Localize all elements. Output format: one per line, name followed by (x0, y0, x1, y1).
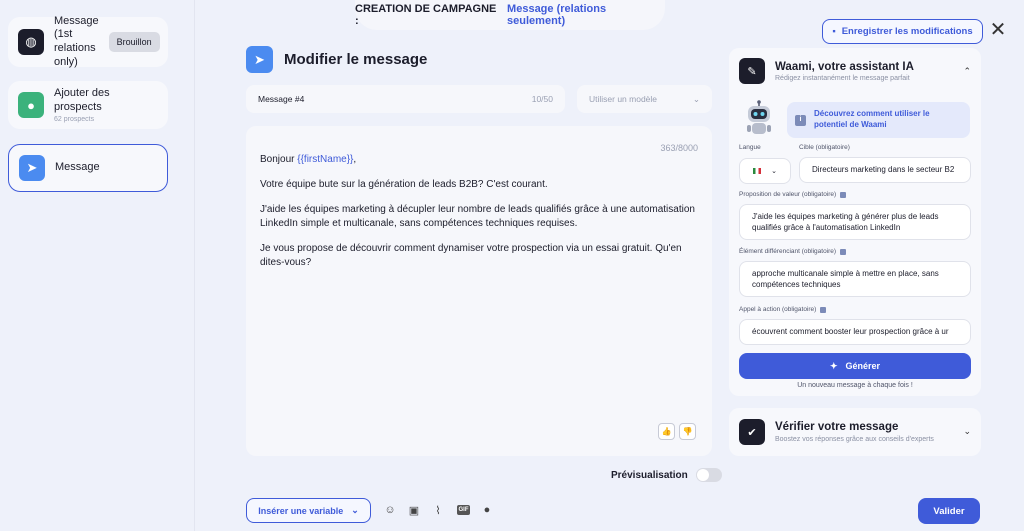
step-title: Message (55, 161, 100, 174)
sparkle-icon: ✦ (829, 360, 838, 371)
draft-badge: Brouillon (108, 32, 160, 52)
send-icon: ➤ (19, 155, 45, 181)
emoji-icon[interactable]: ☺ (383, 503, 397, 517)
save-button-label: Enregistrer les modifications (841, 26, 973, 37)
sidebar: ◍ Message (1st relations only) Brouillon… (0, 0, 195, 531)
language-label: Langue (739, 144, 761, 151)
feedback-buttons: 👍 👎 (658, 423, 696, 440)
save-button[interactable]: ▪ Enregistrer les modifications (822, 19, 983, 44)
page-title: Modifier le message (284, 51, 428, 68)
sidebar-step-message[interactable]: ➤ Message (8, 144, 168, 192)
gif-icon[interactable]: GIF (457, 505, 470, 515)
attachment-icon[interactable]: ⌇ (431, 503, 445, 517)
assistant-title: Waami, votre assistant IA (775, 60, 914, 73)
campaign-banner: CREATION DE CAMPAGNE : Message (relation… (355, 0, 665, 30)
chevron-down-icon[interactable]: ⌄ (963, 426, 971, 437)
assistant-header: ✎ Waami, votre assistant IA Rédigez inst… (739, 58, 914, 84)
firstname-variable: {{firstName}} (297, 154, 354, 165)
generate-label: Générer (845, 361, 881, 371)
robot-mascot-icon (747, 100, 771, 134)
info-icon (840, 191, 847, 198)
ai-edit-icon: ✎ (739, 58, 765, 84)
differentiator-field[interactable]: approche multicanale simple à mettre en … (739, 261, 971, 297)
chevron-down-icon: ⌄ (351, 505, 359, 515)
planet-icon: ◍ (18, 29, 44, 55)
save-icon: ▪ (832, 26, 836, 37)
preview-label: Prévisualisation (611, 469, 688, 481)
verify-icon: ✔ (739, 419, 765, 445)
value-prop-label-text: Proposition de valeur (obligatoire) (739, 191, 837, 198)
message-name-value: Message #4 (258, 94, 305, 104)
insert-variable-label: Insérer une variable (258, 505, 344, 516)
cta-field[interactable]: écouvrent comment booster leur prospecti… (739, 319, 971, 345)
prospect-count: 62 prospects (54, 116, 95, 124)
chevron-down-icon: ⌄ (692, 93, 700, 104)
chevron-down-icon: ⌄ (771, 168, 777, 175)
greeting-end: , (353, 154, 357, 165)
assistant-subtitle: Rédigez instantanément le message parfai… (775, 74, 910, 82)
ai-assistant-panel: ✎ Waami, votre assistant IA Rédigez inst… (729, 48, 981, 396)
thumbs-down-icon[interactable]: 👎 (679, 423, 696, 440)
campaign-type: Message (relations seulement) (507, 3, 607, 27)
preview-toggle-row: Prévisualisation (611, 468, 722, 482)
step-title: Ajouter des prospects (54, 86, 110, 113)
chevron-up-icon[interactable]: ⌃ (963, 66, 971, 77)
message-greeting: Bonjour {{firstName}}, (260, 153, 698, 167)
campaign-label: CREATION DE CAMPAGNE : (355, 3, 497, 27)
verify-message-panel[interactable]: ✔ Vérifier votre message Boostez vos rép… (729, 408, 981, 456)
generate-button[interactable]: ✦ Générer (739, 353, 971, 379)
message-name-input[interactable]: Message #4 10/50 (246, 85, 565, 113)
sidebar-step-add-prospects[interactable]: ● Ajouter des prospects 62 prospects (8, 81, 168, 129)
generate-note: Un nouveau message à chaque fois ! (797, 382, 913, 389)
info-icon (840, 248, 847, 255)
template-placeholder: Utiliser un modèle (589, 94, 658, 104)
image-icon[interactable]: ▣ (407, 503, 421, 517)
value-prop-field[interactable]: J'aide les équipes marketing à générer p… (739, 204, 971, 240)
microphone-icon[interactable]: ● (480, 503, 494, 517)
message-paragraph: J'aide les équipes marketing à décupler … (260, 204, 695, 229)
char-count: 363/8000 (660, 143, 698, 153)
step-title: Message (1st relations only) (54, 14, 99, 68)
insert-variable-button[interactable]: Insérer une variable ⌄ (246, 498, 371, 523)
sidebar-step-message-draft[interactable]: ◍ Message (1st relations only) Brouillon (8, 14, 168, 68)
thumbs-up-icon[interactable]: 👍 (658, 423, 675, 440)
user-add-icon: ● (18, 92, 44, 118)
differentiator-label-text: Élément différenciant (obligatoire) (739, 248, 837, 255)
preview-toggle[interactable] (695, 468, 722, 482)
template-select[interactable]: Utiliser un modèle ⌄ (577, 85, 712, 113)
differentiator-label: Élément différenciant (obligatoire) (739, 248, 847, 255)
target-label: Cible (obligatoire) (799, 144, 850, 151)
cta-label-text: Appel à action (obligatoire) (739, 306, 817, 313)
verify-title: Vérifier votre message (775, 421, 899, 433)
message-paragraph: Je vous propose de découvrir comment dyn… (260, 243, 682, 268)
discover-text: Découvrez comment utiliser le potentiel … (814, 109, 930, 129)
greeting-text: Bonjour (260, 154, 298, 165)
close-icon[interactable]: ✕ (989, 20, 1007, 40)
message-name-count: 10/50 (531, 94, 553, 104)
flag-icon (753, 168, 762, 174)
validate-button[interactable]: Valider (918, 498, 980, 524)
cta-label: Appel à action (obligatoire) (739, 306, 827, 313)
value-prop-label: Proposition de valeur (obligatoire) (739, 191, 847, 198)
editor-header: ➤ Modifier le message (246, 46, 427, 73)
send-icon: ➤ (246, 46, 273, 73)
verify-subtitle: Boostez vos réponses grâce aux conseils … (775, 436, 934, 443)
message-textarea[interactable]: 363/8000 Bonjour {{firstName}}, Votre éq… (246, 126, 712, 456)
info-icon: i (795, 114, 806, 126)
target-field[interactable]: Directeurs marketing dans le secteur B2 (799, 157, 971, 183)
language-select[interactable]: ⌄ (739, 158, 791, 184)
message-paragraph: Votre équipe bute sur la génération de l… (260, 179, 548, 190)
info-icon (820, 306, 827, 313)
discover-waami-link[interactable]: i Découvrez comment utiliser le potentie… (787, 102, 970, 138)
